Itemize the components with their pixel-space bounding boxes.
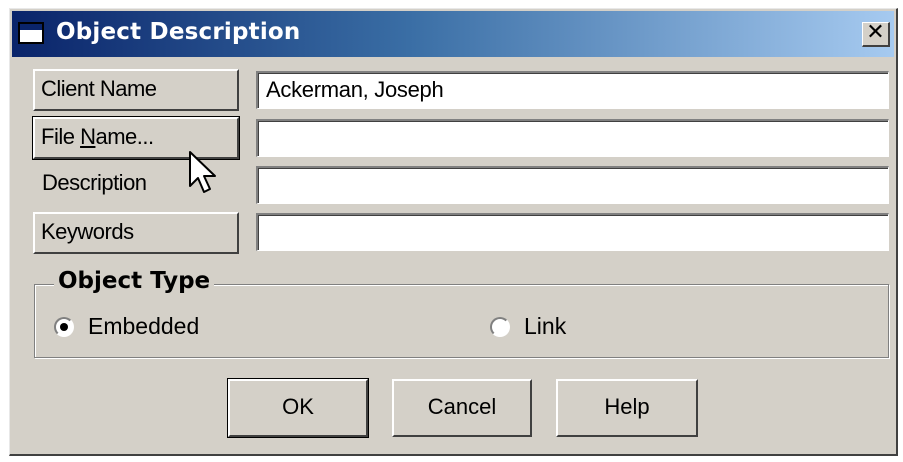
object-description-dialog: Object Description ✕ Client Name Ackerma… (9, 8, 898, 456)
arrow-cursor-icon (189, 151, 216, 193)
radio-link-indicator[interactable] (490, 316, 510, 337)
description-input[interactable] (256, 166, 889, 204)
window-title: Object Description (56, 19, 301, 45)
file-name-label-pre: File (41, 124, 81, 149)
radio-embedded-label: Embedded (88, 313, 200, 339)
ok-button[interactable]: OK (227, 378, 369, 438)
keywords-button-label: Keywords (41, 219, 134, 244)
cancel-button-label: Cancel (427, 394, 497, 419)
help-button-label: Help (604, 394, 650, 419)
client-name-input[interactable]: Ackerman, Joseph (256, 71, 889, 109)
ok-button-label: OK (282, 394, 314, 419)
keywords-button[interactable]: Keywords (33, 212, 239, 254)
radio-link[interactable]: Link (490, 313, 566, 340)
title-bar[interactable]: Object Description ✕ (12, 11, 894, 57)
cancel-button[interactable]: Cancel (392, 379, 532, 437)
file-name-label-accelerator: N (80, 124, 96, 149)
client-name-button-label: Client Name (41, 76, 157, 101)
window-icon (18, 22, 44, 44)
file-name-label-post: ame... (95, 124, 154, 149)
keywords-input[interactable] (256, 213, 889, 251)
radio-link-label: Link (524, 313, 567, 339)
close-button[interactable]: ✕ (862, 22, 890, 47)
file-name-input[interactable] (256, 119, 889, 157)
description-label: Description (42, 170, 147, 195)
client-name-button[interactable]: Client Name (33, 69, 239, 111)
help-button[interactable]: Help (556, 379, 698, 437)
object-type-legend: Object Type (54, 268, 215, 294)
radio-embedded[interactable]: Embedded (54, 313, 199, 340)
radio-embedded-indicator[interactable] (54, 316, 74, 337)
close-icon: ✕ (866, 20, 885, 45)
